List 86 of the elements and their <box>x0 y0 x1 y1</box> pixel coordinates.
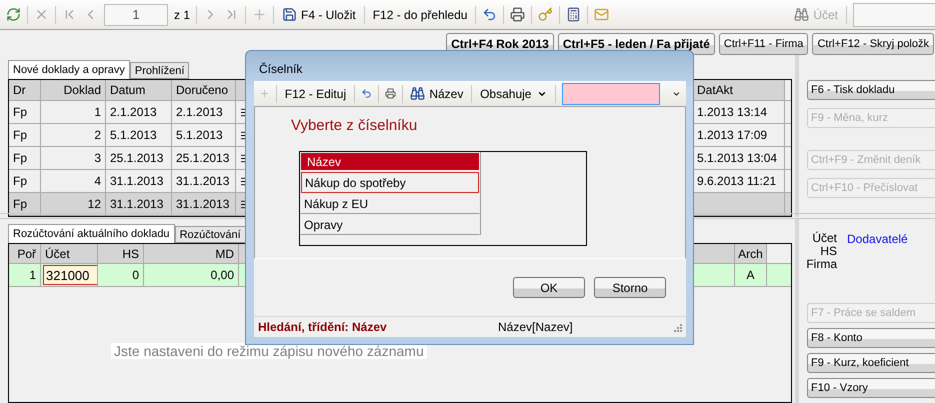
column-header[interactable]: Arch <box>735 244 767 263</box>
page-field[interactable]: 1 <box>104 4 168 26</box>
table-cell: Fp <box>9 147 41 169</box>
column-header[interactable]: Datum <box>106 80 172 100</box>
column-header[interactable]: Název <box>300 152 480 171</box>
table-cell: Fp <box>9 101 41 123</box>
column-header[interactable]: Účet <box>41 244 98 263</box>
resize-grip-icon[interactable] <box>672 322 682 332</box>
table-cell: 1.2013 17:09 <box>697 128 768 142</box>
tab[interactable]: Prohlížení <box>130 62 190 79</box>
table-cell: Fp <box>9 193 41 215</box>
field-label: HS <box>820 245 837 258</box>
search-field-button[interactable]: Název <box>408 86 466 101</box>
column-header[interactable]: MD <box>144 244 239 263</box>
action-button[interactable]: F10 - Vzory <box>807 378 935 398</box>
table-cell: 2.1.2013 <box>172 101 236 123</box>
table-cell: 5.1.2013 13:04 <box>697 151 778 165</box>
list-item[interactable]: Opravy <box>300 214 480 235</box>
list-item[interactable]: Nákup z EU <box>300 193 480 214</box>
binoculars-icon <box>794 7 810 22</box>
key-icon[interactable] <box>538 7 554 22</box>
dialog-title: Číselník <box>259 62 302 76</box>
table-cell: 0,00 <box>144 264 239 286</box>
undo-icon[interactable] <box>482 7 498 22</box>
table-cell: Fp <box>9 124 41 146</box>
action-button[interactable]: F6 - Tisk dokladu <box>807 80 935 100</box>
shortcut-button[interactable]: Ctrl+F11 - Firma <box>718 33 808 55</box>
column-header[interactable]: DatAkt <box>693 80 785 100</box>
column-header[interactable]: Doklad <box>41 80 106 100</box>
table-cell: 5.1.2013 <box>106 124 172 146</box>
table-cell: 31.1.2013 <box>106 170 172 192</box>
dialog-heading: Vyberte z číselníku <box>291 117 418 134</box>
binoculars-icon <box>410 86 426 101</box>
print-icon[interactable] <box>384 86 396 101</box>
account-field[interactable]: 321000 <box>43 265 97 285</box>
action-button[interactable]: F8 - Konto <box>807 328 935 348</box>
account-value: Dodavatelé <box>847 232 909 246</box>
overview-button[interactable]: F12 - do přehledu <box>370 8 470 22</box>
tab[interactable]: Rozúčtování aktuálního dokladu <box>8 224 175 243</box>
table-cell: 3 <box>41 147 106 169</box>
column-header[interactable]: Doručeno <box>172 80 236 100</box>
table-cell: 4 <box>41 170 106 192</box>
save-icon <box>282 7 298 22</box>
field-label: Účet <box>812 232 837 245</box>
table-cell: Fp <box>9 170 41 192</box>
table-cell: 25.1.2013 <box>172 147 236 169</box>
shortcut-button[interactable]: Ctrl+F12 - Skryj položk <box>812 33 934 55</box>
table-cell: 0 <box>98 264 144 286</box>
status-text: Název[Nazev] <box>498 320 573 334</box>
table-cell: A <box>735 264 767 286</box>
match-mode-dropdown[interactable]: Obsahuje <box>478 86 550 100</box>
list-item[interactable]: Nákup do spotřeby <box>301 172 479 193</box>
column-header[interactable]: HS <box>98 244 144 263</box>
page-total: z 1 <box>174 8 190 22</box>
mail-icon[interactable] <box>594 7 610 22</box>
status-text: Hledání, třídění: Název <box>258 320 388 334</box>
table-cell: 25.1.2013 <box>106 147 172 169</box>
tab[interactable]: Rozúčtování <box>174 226 246 243</box>
table-cell: 9.6.2013 11:21 <box>697 174 776 188</box>
status-message: Jste nastaveni do režimu zápisu nového záznamu <box>111 343 427 359</box>
column-header[interactable]: Poř <box>9 244 41 263</box>
column-header[interactable]: Dr <box>9 80 41 100</box>
table-cell: 1 <box>9 264 41 286</box>
print-icon[interactable] <box>510 7 526 22</box>
action-button[interactable]: F9 - Kurz, koeficient <box>807 353 935 373</box>
table-cell: 2 <box>41 124 106 146</box>
field-label: Firma <box>806 258 837 271</box>
search-field[interactable] <box>853 2 935 26</box>
cancel-button[interactable]: Storno <box>594 277 666 298</box>
table-cell: 31.1.2013 <box>106 193 172 215</box>
ok-button[interactable]: OK <box>513 277 585 298</box>
table-cell: 2.1.2013 <box>106 101 172 123</box>
edit-button[interactable]: F12 - Edituj <box>282 86 348 100</box>
close-icon[interactable] <box>34 7 49 22</box>
tab[interactable]: Nové doklady a opravy <box>8 60 130 79</box>
table-cell: 31.1.2013 <box>172 193 236 215</box>
calculator-icon[interactable] <box>566 7 582 22</box>
search-field[interactable] <box>562 82 660 104</box>
add-icon[interactable] <box>252 7 268 22</box>
save-button[interactable]: F4 - Uložit <box>280 7 358 22</box>
table-cell: 31.1.2013 <box>172 170 236 192</box>
table-cell: 12 <box>41 193 106 215</box>
table-cell: 1.2013 13:14 <box>697 105 768 119</box>
table-cell: 1 <box>41 101 106 123</box>
table-cell: 5.1.2013 <box>172 124 236 146</box>
refresh-icon[interactable] <box>6 7 21 22</box>
